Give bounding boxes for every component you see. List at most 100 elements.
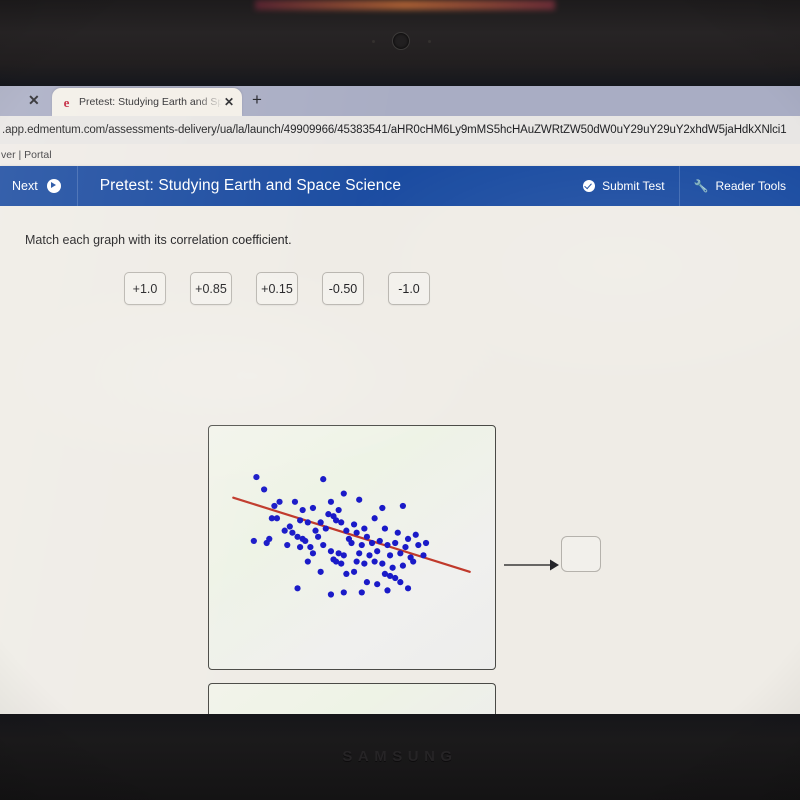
scatter-point — [399, 502, 406, 510]
scatter-point — [381, 525, 389, 532]
screen-glow — [255, 0, 555, 10]
scatter-point — [320, 476, 327, 483]
answer-tile-label: +0.85 — [195, 281, 227, 296]
scatter-point — [415, 541, 422, 549]
submit-test-label: Submit Test — [602, 179, 665, 193]
scatter-point — [276, 498, 283, 505]
scatter-point — [363, 579, 371, 586]
app-bar-actions: Submit Test 🔧 Reader Tools — [569, 166, 800, 206]
scatter-point — [353, 558, 360, 565]
scatter-point — [402, 544, 409, 551]
browser-tabstrip: ✕ e Pretest: Studying Earth and Spa ✕ + — [0, 86, 800, 116]
submit-test-button[interactable]: Submit Test — [569, 166, 678, 206]
scatter-point — [394, 529, 401, 536]
url-text: .app.edmentum.com/assessments-delivery/u… — [2, 124, 787, 136]
scatter-point — [371, 558, 378, 565]
scatter-point — [322, 525, 329, 532]
scatter-point — [297, 544, 304, 551]
scatter-point — [250, 537, 257, 545]
scatter-point — [309, 504, 317, 512]
scatter-point — [297, 517, 304, 524]
arrow-right-icon — [504, 558, 560, 572]
scatter-plot — [232, 473, 471, 598]
scatter-point — [302, 537, 309, 545]
brand-logo: SAMSUNG — [342, 748, 458, 765]
scatter-point — [356, 496, 363, 503]
scatter-point — [343, 570, 350, 577]
answer-tile[interactable]: +1.0 — [124, 272, 166, 305]
browser-tab-pretest[interactable]: e Pretest: Studying Earth and Spa ✕ — [52, 88, 242, 116]
scatter-point — [384, 587, 391, 594]
scatter-point — [335, 506, 342, 514]
scatter-point — [363, 533, 371, 540]
scatter-point — [343, 527, 350, 534]
scatter-point — [358, 541, 365, 549]
reader-tools-label: Reader Tools — [715, 179, 787, 193]
scatter-point — [361, 560, 368, 567]
scatter-point — [366, 552, 373, 559]
scatter-point — [374, 548, 381, 555]
scatter-point — [263, 539, 270, 547]
scatter-point — [340, 490, 347, 497]
scatter-plot-card-2 — [208, 683, 496, 714]
answer-tile[interactable]: -0.50 — [322, 272, 364, 305]
scatter-point — [273, 515, 281, 522]
trendline — [232, 496, 471, 573]
answer-tile-label: +1.0 — [132, 281, 158, 296]
question-prompt: Match each graph with its correlation co… — [25, 233, 292, 247]
scatter-point — [340, 552, 347, 559]
scatter-point — [412, 531, 419, 538]
scatter-point — [286, 523, 293, 530]
laptop-photo: ✕ e Pretest: Studying Earth and Spa ✕ + … — [0, 0, 800, 800]
tabstrip-close-icon[interactable]: ✕ — [28, 93, 40, 107]
scatter-point — [314, 533, 322, 540]
page-title: Pretest: Studying Earth and Space Scienc… — [99, 177, 402, 194]
scatter-point — [307, 544, 314, 551]
scatter-point — [261, 486, 268, 493]
webcam-sensor-left-icon — [372, 40, 375, 43]
scatter-point — [353, 529, 360, 536]
laptop-screen: ✕ e Pretest: Studying Earth and Spa ✕ + … — [0, 86, 800, 714]
scatter-plot-card — [208, 425, 496, 670]
scatter-point — [404, 585, 412, 592]
scatter-point — [384, 541, 391, 549]
drop-target-box[interactable] — [561, 536, 601, 572]
reader-tools-button[interactable]: 🔧 Reader Tools — [678, 166, 800, 206]
scatter-point — [399, 562, 406, 569]
scatter-point — [397, 550, 404, 557]
scatter-point — [338, 519, 345, 526]
answer-tile[interactable]: +0.15 — [256, 272, 298, 305]
browser-tab-title: Pretest: Studying Earth and Spa — [79, 96, 222, 108]
scatter-point — [294, 585, 301, 592]
scatter-point — [389, 564, 396, 571]
scatter-point — [420, 552, 427, 559]
scatter-point — [368, 539, 376, 547]
webcam-sensor-right-icon — [428, 40, 431, 43]
scatter-point — [304, 558, 311, 565]
scatter-point — [397, 579, 404, 586]
scatter-point — [317, 519, 324, 526]
wrench-icon: 🔧 — [693, 179, 709, 193]
scatter-point — [374, 581, 381, 588]
scatter-point — [289, 529, 296, 536]
next-button-label: Next — [12, 179, 38, 193]
scatter-point — [309, 550, 317, 557]
answer-tile[interactable]: +0.85 — [190, 272, 232, 305]
answer-tile-label: +0.15 — [261, 281, 293, 296]
scatter-point — [317, 568, 324, 575]
answer-tile[interactable]: -1.0 — [388, 272, 430, 305]
scatter-point — [320, 541, 327, 549]
address-bar[interactable]: .app.edmentum.com/assessments-delivery/u… — [0, 116, 800, 144]
circle-arrow-right-icon — [46, 179, 61, 193]
scatter-point — [327, 548, 335, 555]
bookmark-item[interactable]: ver | Portal — [0, 149, 52, 161]
close-icon[interactable]: ✕ — [224, 95, 234, 109]
scatter-point — [299, 506, 306, 514]
scatter-point — [350, 521, 358, 528]
scatter-point — [361, 525, 368, 532]
answer-tile-row: +1.0 +0.85 +0.15 -0.50 -1.0 — [124, 272, 454, 305]
scatter-point — [376, 537, 383, 545]
scatter-point — [281, 527, 288, 534]
new-tab-button[interactable]: + — [252, 91, 262, 108]
next-button[interactable]: Next — [0, 166, 78, 206]
